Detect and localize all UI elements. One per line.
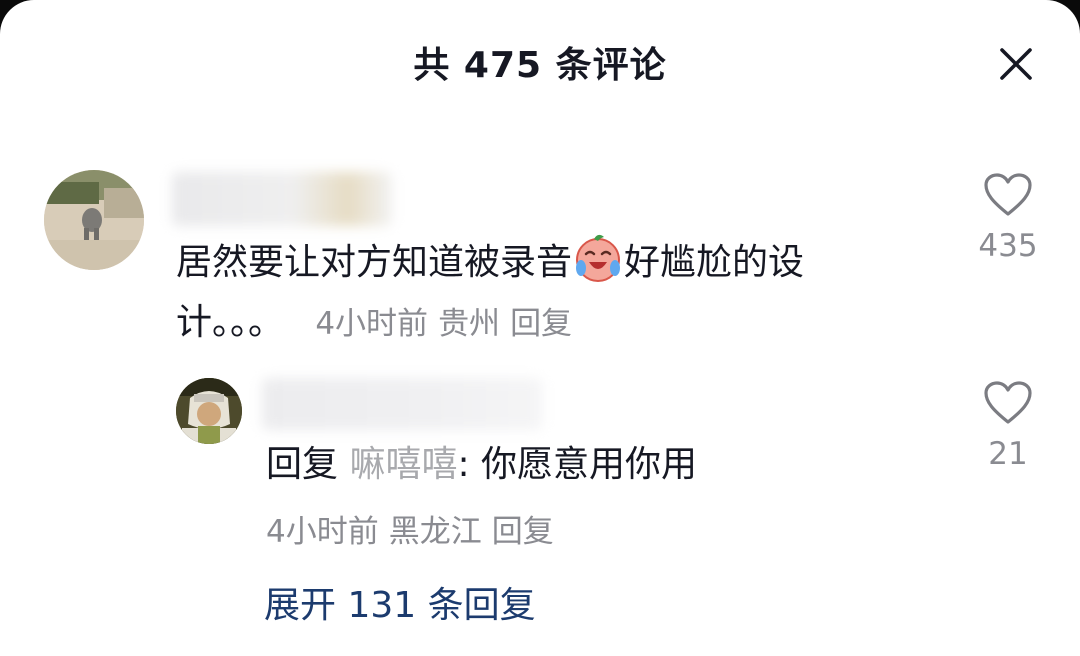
comment-time: 4小时前 <box>315 306 429 342</box>
comment-text-part1: 居然要让对方知道被录音 <box>176 242 573 283</box>
reply-location: 黑龙江 <box>388 514 482 550</box>
reply-text: : 你愿意用你用 <box>457 444 698 485</box>
comments-sheet: 共 475 条评论 居然要让对方知道被录音 好尴尬的设计。。。 4小时前 贵州 … <box>0 0 1080 656</box>
crying-laughing-emoji <box>572 232 624 284</box>
reply-avatar[interactable] <box>176 378 242 444</box>
reply-time: 4小时前 <box>266 514 379 550</box>
reply-meta: 4小时前 黑龙江 回复 <box>266 506 564 551</box>
comment-reply-button[interactable]: 回复 <box>510 306 572 342</box>
avatar[interactable] <box>44 170 144 270</box>
like-count: 21 <box>988 436 1028 472</box>
reply-prefix: 回复 <box>266 444 350 485</box>
heart-icon[interactable] <box>983 380 1033 426</box>
expand-replies-button[interactable]: 展开 131 条回复 <box>264 576 536 628</box>
reply-username-blurred[interactable] <box>262 378 542 430</box>
reply-body: 回复 嘛嘻嘻: 你愿意用你用 <box>266 440 697 490</box>
comment-body: 居然要让对方知道被录音 好尴尬的设计。。。 4小时前 贵州 回复 <box>176 232 876 354</box>
comment-like[interactable]: 435 <box>958 172 1058 264</box>
like-count: 435 <box>978 228 1038 264</box>
avatar-photo <box>44 170 144 270</box>
avatar-illustration <box>176 378 242 444</box>
comment-location: 贵州 <box>438 306 501 342</box>
heart-icon[interactable] <box>983 172 1033 218</box>
comment-meta: 4小时前 贵州 回复 <box>295 306 582 342</box>
reply-to-username[interactable]: 嘛嘻嘻 <box>349 444 457 485</box>
reply-like[interactable]: 21 <box>958 380 1058 472</box>
reply-reply-button[interactable]: 回复 <box>492 514 554 550</box>
username-blurred[interactable] <box>172 172 392 226</box>
close-icon <box>1000 48 1032 80</box>
comment-count-title: 共 475 条评论 <box>413 45 667 86</box>
close-button[interactable] <box>992 40 1040 88</box>
